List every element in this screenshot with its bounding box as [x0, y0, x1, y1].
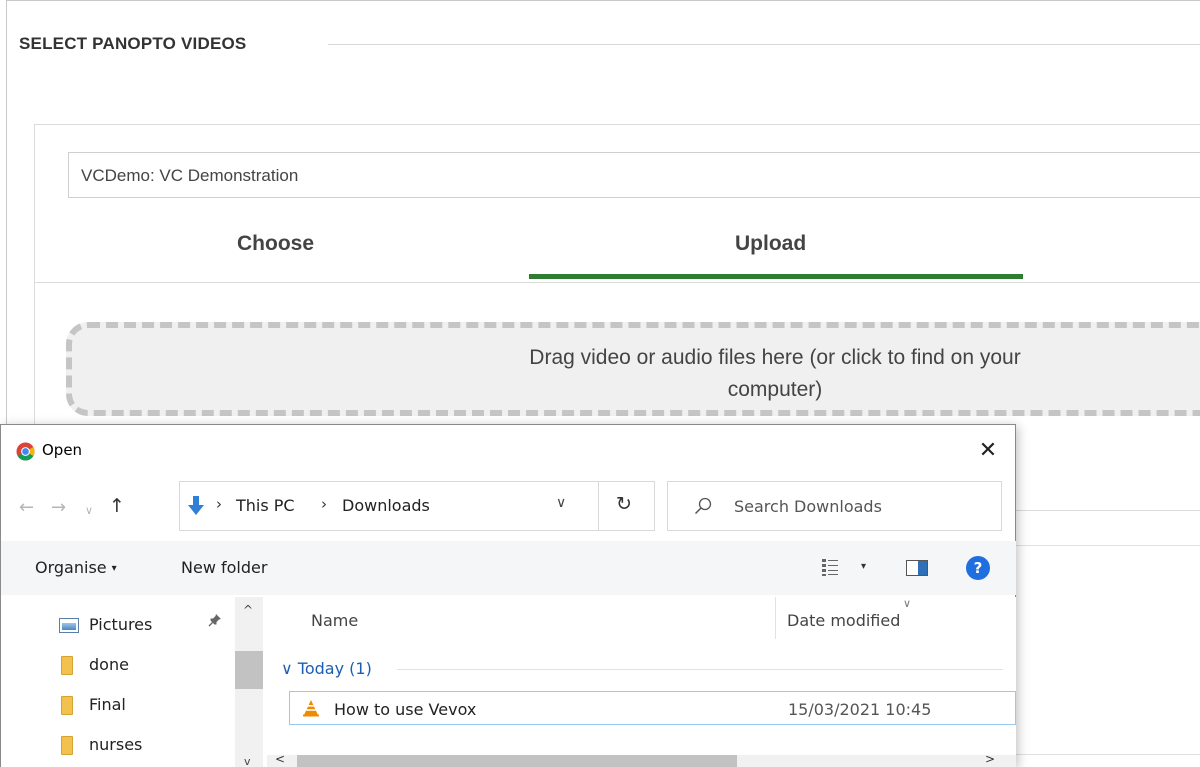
file-row[interactable]: How to use Vevox 15/03/2021 10:45 [289, 691, 1016, 725]
scrollbar-thumb[interactable] [297, 755, 737, 767]
nav-item-label: Final [89, 695, 126, 714]
organise-label: Organise [35, 558, 107, 577]
caret-down-icon: ▾ [111, 563, 117, 574]
view-dropdown-icon[interactable]: ▾ [861, 561, 866, 572]
chevron-down-icon[interactable]: ∨ [556, 495, 566, 511]
search-placeholder: Search Downloads [734, 497, 882, 516]
navigation-pane: Pictures done Final nurses ^ v [1, 597, 267, 767]
column-header-name[interactable]: Name [311, 611, 358, 630]
up-arrow-icon[interactable]: ↑ [109, 495, 125, 517]
view-options-icon[interactable] [821, 557, 839, 577]
scrollbar-thumb[interactable] [235, 651, 263, 689]
nav-pane-scrollbar[interactable]: ^ v [235, 597, 263, 767]
pin-glyph [208, 614, 221, 627]
folder-icon [61, 736, 73, 755]
divider [1016, 510, 1200, 511]
tab-choose[interactable]: Choose [237, 232, 314, 256]
pictures-icon [59, 618, 79, 633]
column-divider[interactable] [775, 597, 776, 639]
dropzone-line-2: computer) [727, 378, 823, 401]
refresh-icon[interactable]: ↻ [616, 493, 632, 515]
scroll-down-icon[interactable]: v [244, 755, 251, 767]
breadcrumb-downloads[interactable]: Downloads [342, 496, 430, 515]
search-icon [694, 497, 712, 515]
downloads-icon [188, 496, 204, 515]
dialog-toolbar: Organise ▾ New folder ▾ ? [1, 541, 1016, 595]
nav-item-label: nurses [89, 735, 143, 754]
tab-upload[interactable]: Upload [735, 232, 806, 256]
recent-locations-icon[interactable]: ∨ [85, 504, 93, 517]
breadcrumb-separator: › [321, 495, 327, 513]
column-header-date[interactable]: Date modified [787, 611, 900, 630]
divider [1016, 754, 1200, 755]
section-title: SELECT PANOPTO VIDEOS [19, 34, 247, 53]
file-date: 15/03/2021 10:45 [788, 700, 932, 719]
title-divider [328, 44, 1200, 45]
help-icon[interactable]: ? [966, 556, 990, 580]
dialog-title: Open [42, 441, 83, 459]
group-divider [397, 669, 1003, 670]
active-tab-indicator [529, 274, 1023, 279]
forward-arrow-icon[interactable]: → [51, 497, 66, 518]
tabs-divider [34, 282, 1200, 283]
scroll-left-icon[interactable]: < [275, 752, 285, 766]
address-divider [598, 482, 599, 530]
nav-item-label: done [89, 655, 129, 674]
close-icon[interactable]: ✕ [973, 437, 1003, 467]
preview-pane-icon[interactable] [906, 560, 928, 576]
search-input[interactable]: Search Downloads [667, 481, 1002, 531]
folder-select[interactable]: VCDemo: VC Demonstration [68, 152, 1200, 198]
file-list: Name ∨ Date modified ∨ Today (1) How to … [267, 597, 1016, 767]
organise-button[interactable]: Organise ▾ [35, 558, 117, 577]
breadcrumb-separator: › [216, 495, 222, 513]
dropzone-instructions: Drag video or audio files here (or click… [420, 342, 1130, 406]
breadcrumb-this-pc[interactable]: This PC [236, 496, 295, 515]
scroll-right-icon[interactable]: > [985, 752, 995, 766]
chrome-icon [16, 442, 35, 461]
nav-item-label: Pictures [89, 615, 153, 634]
sort-arrow-icon: ∨ [903, 597, 912, 610]
horizontal-scrollbar[interactable]: < > [267, 752, 1016, 767]
folder-icon [61, 656, 73, 675]
divider [1016, 545, 1200, 546]
back-arrow-icon[interactable]: ← [19, 497, 34, 518]
open-file-dialog: Open ✕ ← → ∨ ↑ › This PC › Downloads ∨ ↻… [0, 424, 1016, 767]
group-header-today[interactable]: ∨ Today (1) [281, 659, 372, 678]
dialog-titlebar: Open ✕ [1, 425, 1015, 477]
folder-icon [61, 696, 73, 715]
dropzone-line-1: Drag video or audio files here (or click… [529, 346, 1021, 369]
pin-icon [208, 613, 222, 631]
address-bar[interactable]: › This PC › Downloads ∨ ↻ [179, 481, 655, 531]
new-folder-button[interactable]: New folder [181, 558, 267, 577]
file-name: How to use Vevox [334, 700, 477, 719]
vlc-icon [303, 700, 319, 717]
scroll-up-icon[interactable]: ^ [243, 603, 253, 617]
